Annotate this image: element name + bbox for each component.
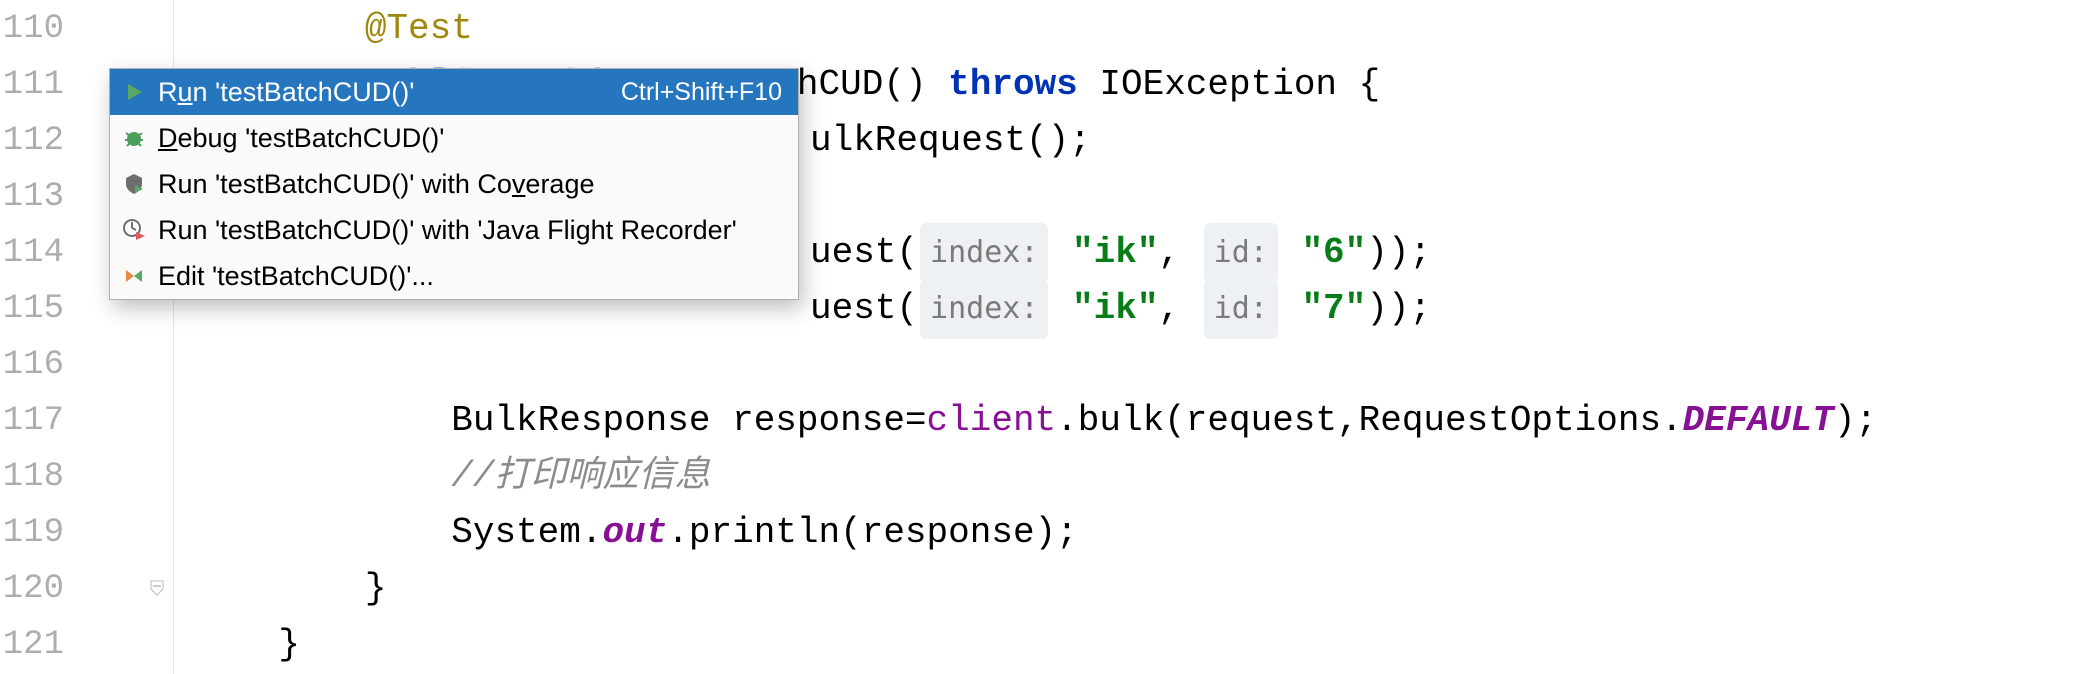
code-line: } xyxy=(174,617,2086,673)
code-line: @Test xyxy=(174,1,2086,57)
line-number: 113 xyxy=(0,178,72,216)
param-hint: index: xyxy=(920,223,1048,283)
line-number: 115 xyxy=(0,290,72,328)
param-hint: id: xyxy=(1204,279,1278,339)
menu-debug[interactable]: Debug 'testBatchCUD()' xyxy=(110,115,798,161)
profiler-icon xyxy=(122,218,146,242)
line-number: 111 xyxy=(0,66,72,104)
menu-shortcut: Ctrl+Shift+F10 xyxy=(621,78,782,107)
param-hint: id: xyxy=(1204,223,1278,283)
menu-label: Debug 'testBatchCUD()' xyxy=(158,123,770,154)
menu-run-jfr[interactable]: Run 'testBatchCUD()' with 'Java Flight R… xyxy=(110,207,798,253)
edit-config-icon xyxy=(122,264,146,288)
menu-run-coverage[interactable]: Run 'testBatchCUD()' with Coverage xyxy=(110,161,798,207)
code-line xyxy=(174,337,2086,393)
line-number: 112 xyxy=(0,122,72,160)
param-hint: index: xyxy=(920,279,1048,339)
line-number: 114 xyxy=(0,234,72,272)
code-line: BulkResponse response=client.bulk(reques… xyxy=(174,393,2086,449)
code-line: //打印响应信息 xyxy=(174,449,2086,505)
context-menu: Run 'testBatchCUD()' Ctrl+Shift+F10 Debu… xyxy=(109,68,799,300)
line-number: 118 xyxy=(0,458,72,496)
code-line: } xyxy=(174,561,2086,617)
line-number: 110 xyxy=(0,10,72,48)
line-number: 117 xyxy=(0,402,72,440)
line-number: 119 xyxy=(0,514,72,552)
menu-label: Run 'testBatchCUD()' with 'Java Flight R… xyxy=(158,215,770,246)
line-number: 116 xyxy=(0,346,72,384)
menu-label: Edit 'testBatchCUD()'... xyxy=(158,261,770,292)
menu-label: Run 'testBatchCUD()' with Coverage xyxy=(158,169,770,200)
run-icon xyxy=(122,80,146,104)
code-line: System.out.println(response); xyxy=(174,505,2086,561)
line-number: 120 xyxy=(0,570,72,608)
menu-label: Run 'testBatchCUD()' xyxy=(158,77,609,108)
menu-edit-config[interactable]: Edit 'testBatchCUD()'... xyxy=(110,253,798,299)
coverage-icon xyxy=(122,172,146,196)
line-number: 121 xyxy=(0,626,72,664)
fold-handle-icon[interactable] xyxy=(147,579,167,599)
bug-icon xyxy=(122,126,146,150)
menu-run[interactable]: Run 'testBatchCUD()' Ctrl+Shift+F10 xyxy=(110,69,798,115)
editor-container: 110 111 112 113 114 115 116 117 118 119 … xyxy=(0,0,2086,674)
